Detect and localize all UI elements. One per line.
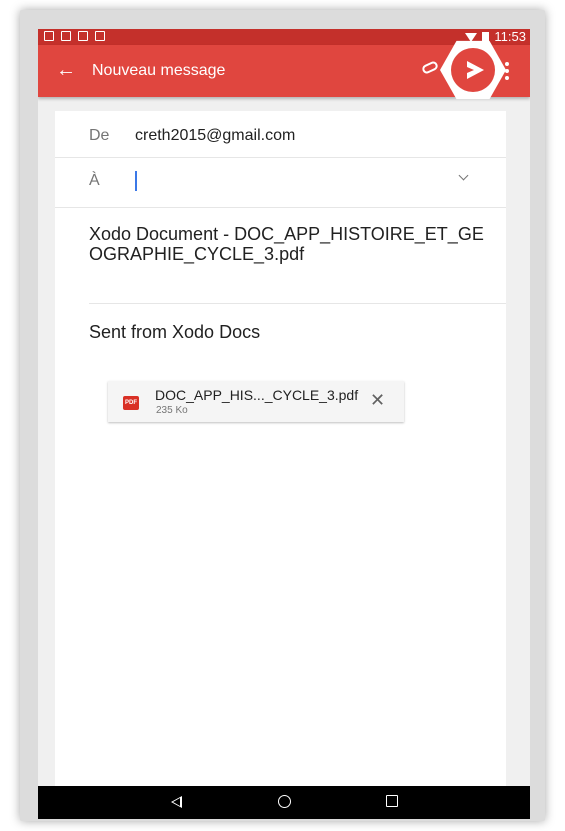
subject-field[interactable]: Xodo Document - DOC_APP_HISTOIRE_ET_GEOG… (89, 224, 489, 264)
more-dot (505, 76, 509, 80)
edit-icon (95, 31, 105, 41)
compose-card: De creth2015@gmail.com À Xodo Document -… (55, 111, 506, 787)
device-screen: 11:53 ← Nouveau message De creth2015@gma… (38, 29, 530, 819)
send-button-circle (451, 48, 495, 92)
from-label: De (89, 127, 110, 144)
attachment-size: 235 Ko (156, 405, 188, 416)
more-dot (505, 69, 509, 73)
battery-icon (482, 32, 490, 42)
more-vert-icon[interactable] (505, 62, 509, 80)
app-bar-title: Nouveau message (92, 62, 226, 79)
navigation-bar (38, 786, 530, 819)
more-dot (505, 62, 509, 66)
wifi-icon (465, 32, 478, 42)
from-row: De creth2015@gmail.com (55, 111, 506, 158)
app-bar: ← Nouveau message (38, 40, 530, 100)
to-input[interactable] (135, 170, 465, 194)
send-button[interactable] (440, 40, 506, 100)
from-value[interactable]: creth2015@gmail.com (135, 127, 295, 145)
nav-recents-icon[interactable] (386, 795, 398, 807)
attach-icon[interactable] (420, 60, 440, 75)
download-icon (78, 31, 88, 41)
attachment-name: DOC_APP_HIS..._CYCLE_3.pdf (155, 387, 359, 403)
image-icon (61, 31, 71, 41)
text-cursor (135, 171, 137, 191)
attachment-chip[interactable]: PDF DOC_APP_HIS..._CYCLE_3.pdf 235 Ko ✕ (108, 381, 404, 422)
notification-icons (44, 31, 105, 41)
divider (89, 303, 506, 304)
message-body[interactable]: Sent from Xodo Docs (89, 322, 260, 343)
nav-home-icon[interactable] (278, 795, 291, 808)
nav-back-icon-inner (173, 798, 180, 806)
to-label: À (89, 172, 100, 189)
pdf-icon: PDF (123, 396, 139, 410)
back-arrow-icon[interactable]: ← (56, 57, 76, 83)
status-time: 11:53 (494, 29, 526, 44)
to-row: À (55, 158, 506, 208)
remove-attachment-icon[interactable]: ✕ (370, 390, 385, 410)
gmail-icon (44, 31, 54, 41)
